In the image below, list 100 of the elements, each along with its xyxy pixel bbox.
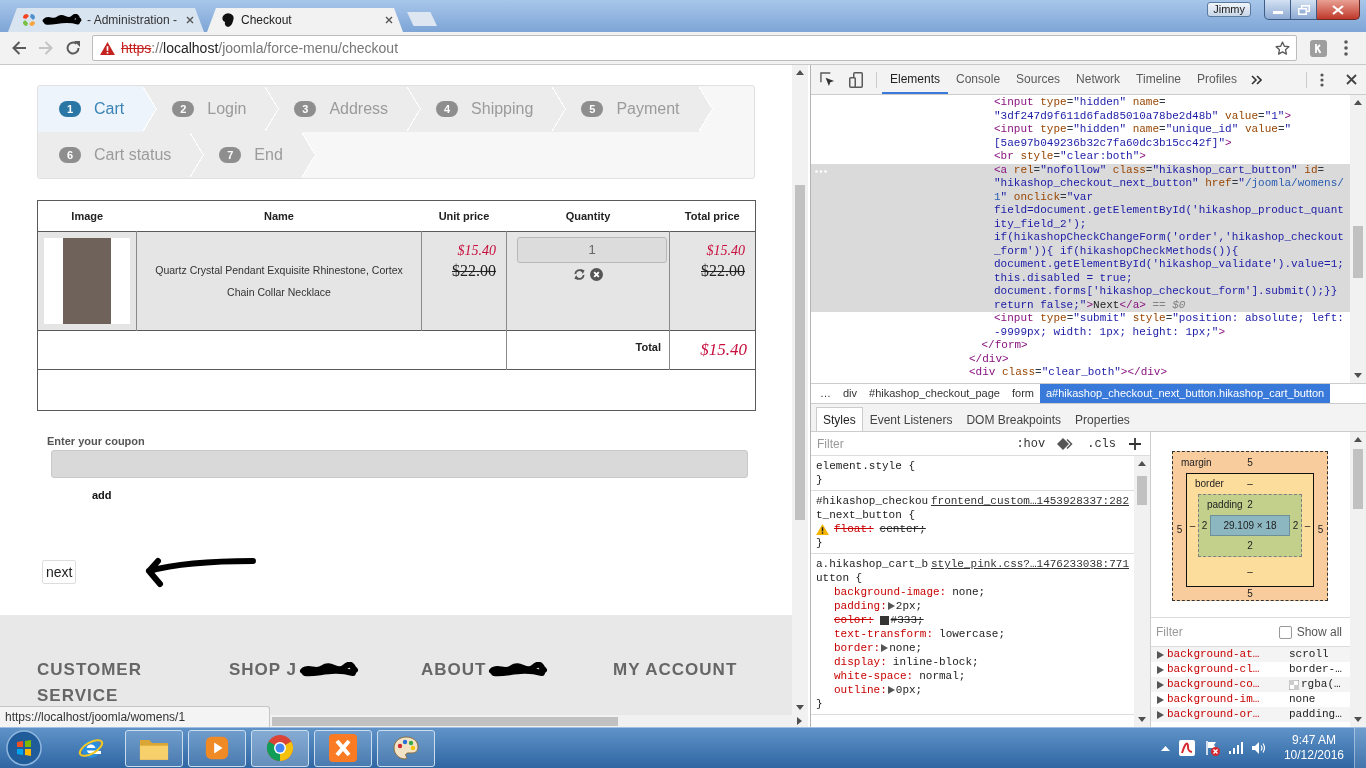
taskbar-button[interactable] — [377, 729, 435, 767]
dom-node[interactable]: <br style="clear:both"> — [994, 150, 1146, 164]
panel-tab[interactable]: Properties — [1068, 407, 1137, 431]
devtools-tab[interactable]: Console — [948, 65, 1009, 94]
scrollbar-thumb[interactable] — [1353, 449, 1363, 509]
maximize-button[interactable] — [1291, 0, 1317, 20]
dom-node[interactable]: <input type="hidden" name="unique_id" value=" [5ae97b049236b32c7fa60dc3b15cc42f]"> — [994, 123, 1292, 150]
scroll-up-icon[interactable] — [1354, 100, 1362, 105]
taskbar-button[interactable] — [251, 729, 309, 767]
browser-tab[interactable]: - Administration - — [8, 8, 204, 32]
signal-bars-icon[interactable] — [1228, 742, 1243, 754]
property-name[interactable]: background-image: — [834, 585, 947, 599]
taskbar-button[interactable] — [125, 729, 183, 767]
source-link[interactable]: frontend_custom…1453928337:282 — [930, 494, 1129, 508]
expand-triangle-icon[interactable] — [887, 686, 895, 694]
extension-icon[interactable] — [1310, 39, 1327, 57]
property-value[interactable]: center; — [879, 522, 926, 536]
show-all-checkbox[interactable] — [1278, 625, 1292, 639]
dom-node[interactable]: <input type="hidden" name= "3df247d9f611d6fad85010a78be2d48b" value="1"> — [994, 96, 1292, 123]
breadcrumb[interactable]: form — [1005, 384, 1040, 403]
scrollbar-thumb[interactable] — [272, 716, 618, 726]
property-row[interactable]: background-co… rgba(… — [1151, 677, 1350, 692]
scrollbar-thumb[interactable] — [795, 185, 805, 520]
scroll-up-icon[interactable] — [1138, 461, 1146, 466]
bookmark-star-icon[interactable] — [1275, 40, 1290, 56]
closing-tag[interactable]: </form> — [981, 339, 1028, 353]
speaker-icon[interactable] — [1251, 742, 1266, 754]
menu-icon[interactable] — [1344, 40, 1348, 56]
property-name[interactable]: white-space: — [834, 669, 914, 683]
devtools-tab[interactable]: Elements — [882, 65, 949, 94]
browser-tab[interactable]: Checkout — [207, 8, 403, 32]
scroll-down-icon[interactable] — [1354, 373, 1362, 378]
close-icon[interactable] — [385, 16, 393, 24]
property-value[interactable]: inline-block; — [892, 655, 979, 669]
devtools-tab[interactable]: Profiles — [1189, 65, 1246, 94]
scroll-down-icon[interactable] — [1138, 717, 1146, 722]
coupon-field[interactable] — [51, 450, 748, 478]
flag-icon[interactable] — [1203, 740, 1220, 756]
property-value[interactable]: none; — [952, 585, 986, 599]
breadcrumb[interactable]: div — [837, 384, 864, 403]
property-name[interactable]: outline: — [834, 683, 887, 697]
expand-triangle-icon[interactable] — [887, 602, 895, 610]
property-value[interactable]: none; — [889, 641, 923, 655]
refresh-icon[interactable] — [573, 268, 586, 281]
dom-node[interactable]: <div class="clear_both"></div> — [969, 366, 1168, 380]
add-coupon-button[interactable]: add — [92, 489, 112, 501]
scroll-up-icon[interactable] — [796, 70, 804, 75]
property-name[interactable]: float: — [834, 522, 874, 536]
device-icon[interactable] — [849, 71, 863, 88]
devtools-tab[interactable]: Sources — [1008, 65, 1069, 94]
panel-tab[interactable]: DOM Breakpoints — [959, 407, 1069, 431]
property-name[interactable]: display: — [834, 655, 887, 669]
dom-node[interactable]: <input type="submit" style="position: absolute; left: -9999px; width: 1px; height: 1px;"> — [994, 312, 1344, 339]
taskbar-button[interactable] — [188, 729, 246, 767]
close-button[interactable] — [1317, 0, 1360, 20]
more-options-icon[interactable] — [1320, 72, 1324, 87]
property-row[interactable]: background-at… scroll — [1151, 647, 1350, 662]
scroll-right-icon[interactable] — [797, 717, 802, 725]
close-icon[interactable] — [1346, 74, 1357, 85]
taskbar-button[interactable] — [314, 729, 372, 767]
checkout-step[interactable]: 1 Cart — [38, 86, 158, 132]
diamond-icon[interactable] — [1057, 437, 1074, 450]
close-icon[interactable] — [186, 16, 194, 24]
property-value[interactable]: normal; — [919, 669, 966, 683]
closing-tag[interactable]: </div> — [969, 352, 1009, 366]
scrollbar-thumb[interactable] — [1137, 476, 1147, 505]
property-value[interactable]: 0px; — [895, 683, 923, 697]
plus-icon[interactable] — [1129, 437, 1141, 450]
source-link[interactable]: style_pink.css?…1476233038:771 — [930, 557, 1129, 571]
breadcrumb[interactable]: #hikashop_checkout_page — [863, 384, 1006, 403]
panel-tab[interactable]: Event Listeners — [862, 407, 960, 431]
expand-triangle-icon[interactable] — [881, 644, 889, 652]
property-name[interactable]: text-transform: — [834, 627, 934, 641]
more-tabs-icon[interactable] — [1251, 74, 1263, 85]
scroll-down-icon[interactable] — [796, 705, 804, 710]
next-button[interactable]: next — [42, 560, 77, 584]
devtools-tab[interactable]: Timeline — [1128, 65, 1189, 94]
class-toggle-button[interactable]: .cls — [1087, 434, 1116, 453]
dom-node[interactable]: <a rel="nofollow" class="hikashop_cart_button" id= "hikashop_checkout_next_button" href="/joomla/womens/ 1" onclick="var field=document.getElementById('hikashop_product_quant ity_field_2'); if(hikashopCheckChangeForm('order','hikashop_checkout _form')){ if(hikashopCheckMethods()){ document.getElementById('hikashop_validate').value=1; this.disabled = true; document.forms['hikashop_checkout_form'].submit();}} return false;">Next</a> == $0 — [811, 163, 1350, 312]
minimize-button[interactable] — [1264, 0, 1291, 20]
inspect-icon[interactable] — [820, 72, 835, 87]
caret-up-icon[interactable] — [1160, 745, 1170, 751]
breadcrumb[interactable]: … — [814, 384, 837, 403]
swirl-icon[interactable] — [1178, 740, 1195, 756]
breadcrumb[interactable]: a#hikashop_checkout_next_button.hikashop_cart_button — [1039, 384, 1331, 403]
user-profile-button[interactable]: Jimmy — [1207, 2, 1251, 17]
property-value[interactable]: lowercase; — [939, 627, 1006, 641]
reload-icon[interactable] — [65, 40, 81, 56]
devtools-tab[interactable]: Network — [1068, 65, 1129, 94]
property-row[interactable]: background-or… padding… — [1151, 707, 1350, 722]
property-name[interactable]: border: — [834, 641, 881, 655]
property-name[interactable]: padding: — [834, 599, 887, 613]
scroll-down-icon[interactable] — [1354, 717, 1362, 722]
property-value[interactable]: 2px; — [895, 599, 923, 613]
quantity-field[interactable]: 1 — [517, 237, 667, 263]
property-name[interactable]: color: — [834, 613, 874, 627]
panel-tab[interactable]: Styles — [816, 407, 863, 431]
scrollbar-thumb[interactable] — [1353, 226, 1363, 278]
scroll-up-icon[interactable] — [1354, 437, 1362, 442]
start-button[interactable] — [6, 730, 42, 766]
